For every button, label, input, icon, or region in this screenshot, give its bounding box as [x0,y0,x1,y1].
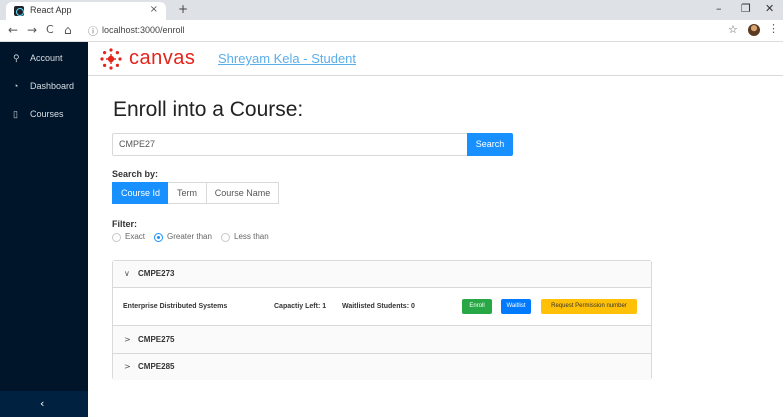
radio-label: Less than [234,232,269,241]
capacity-left: Capactiy Left: 1 [274,303,327,310]
address-bar: ← → C ⌂ ⓘ localhost:3000/enroll ☆ ⋮ [0,20,783,42]
search-by-label: Search by: [112,169,159,179]
canvas-logo-text: canvas [129,47,196,69]
react-favicon-icon [14,6,24,16]
sidebar-collapse-trigger[interactable]: ‹ [0,391,88,417]
tab-title: React App [30,5,72,15]
reload-icon[interactable]: C [46,23,54,36]
panel-header-cmpe285[interactable]: > CMPE285 [113,354,651,380]
radio-circle[interactable] [112,233,121,242]
course-name: Enterprise Distributed Systems [123,303,228,310]
browser-menu-icon[interactable]: ⋮ [768,22,779,35]
sidebar-item-label: Account [30,53,63,63]
search-button[interactable]: Search [467,133,513,156]
canvas-logo-icon [100,48,122,70]
browser-tab[interactable]: React App × [6,2,166,20]
sidebar-item-account[interactable]: ⚲ Account [0,49,88,69]
dashboard-icon: ◔ [13,81,19,91]
bookmark-star-icon[interactable]: ☆ [728,23,738,36]
search-by-course-name[interactable]: Course Name [206,182,279,204]
app-header: canvas Shreyam Kela - Student [88,42,783,76]
forward-icon[interactable]: → [27,23,37,37]
home-icon[interactable]: ⌂ [64,23,72,37]
user-icon: ⚲ [13,53,20,63]
chevron-right-icon: > [124,335,131,344]
request-permission-button[interactable]: Request Permission number [541,299,637,314]
filter-radio-greater-than[interactable]: Greater than [154,232,218,244]
panel-body-cmpe273: Enterprise Distributed Systems Capactiy … [113,288,651,326]
course-code: CMPE285 [138,362,175,371]
radio-circle-checked[interactable] [154,233,163,242]
maximize-icon[interactable]: ❐ [741,2,751,15]
enroll-button[interactable]: Enroll [462,299,492,314]
book-icon: ▯ [13,109,18,119]
new-tab-icon[interactable]: + [178,2,188,16]
window-close-icon[interactable]: ✕ [765,2,774,15]
sidebar-item-courses[interactable]: ▯ Courses [0,105,88,125]
url-field[interactable]: ⓘ localhost:3000/enroll [86,23,726,39]
user-profile-link[interactable]: Shreyam Kela - Student [218,51,356,66]
panel-header-cmpe273[interactable]: ∨ CMPE273 [113,261,651,288]
chevron-down-icon: ∨ [124,269,130,278]
back-icon[interactable]: ← [8,23,18,37]
page-title: Enroll into a Course: [113,98,304,121]
course-results-collapse: ∨ CMPE273 Enterprise Distributed Systems… [112,260,652,380]
search-by-term[interactable]: Term [168,182,207,204]
sidebar: ⚲ Account ◔ Dashboard ▯ Courses ‹ [0,42,88,417]
sidebar-item-dashboard[interactable]: ◔ Dashboard [0,77,88,97]
radio-circle[interactable] [221,233,230,242]
radio-label: Greater than [167,232,212,241]
sidebar-item-label: Dashboard [30,81,75,91]
filter-radio-exact[interactable]: Exact [112,232,152,244]
profile-avatar[interactable] [748,24,760,36]
tab-close-icon[interactable]: × [150,4,158,15]
filter-label: Filter: [112,219,138,229]
panel-header-cmpe275[interactable]: > CMPE275 [113,327,651,354]
radio-label: Exact [125,232,146,241]
waitlisted-students: Waitlisted Students: 0 [342,303,415,310]
waitlist-button[interactable]: Waitlist [501,299,531,314]
browser-tab-bar: React App × + – ❐ ✕ [0,0,783,20]
minimize-icon[interactable]: – [716,2,722,15]
search-by-course-id[interactable]: Course Id [112,182,169,204]
info-icon[interactable]: ⓘ [88,23,98,38]
course-code: CMPE275 [138,335,175,344]
chevron-right-icon: > [124,362,131,371]
filter-radio-less-than[interactable]: Less than [221,232,273,244]
chevron-left-icon[interactable]: ‹ [40,397,44,410]
course-search-input[interactable]: CMPE27 [112,133,468,156]
url-text[interactable]: localhost:3000/enroll [102,25,185,35]
course-code: CMPE273 [138,269,175,278]
sidebar-item-label: Courses [30,109,64,119]
